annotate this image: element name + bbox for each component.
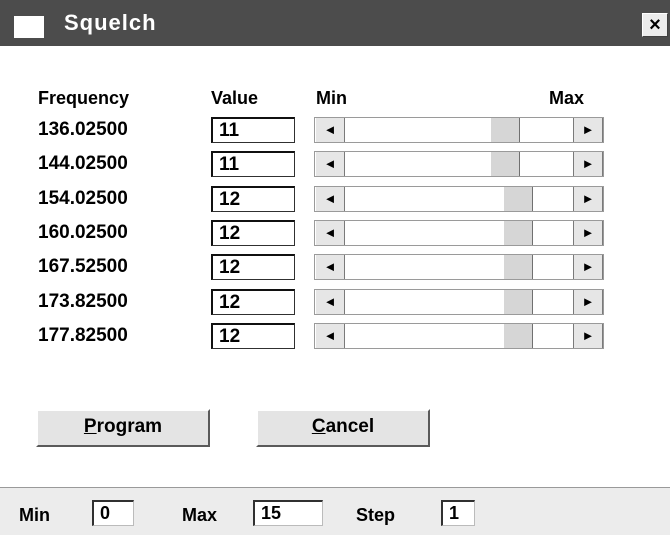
header-frequency: Frequency — [38, 88, 130, 108]
squelch-value-field[interactable]: 12 — [211, 323, 295, 349]
frequency-label: 144.02500 — [38, 153, 128, 174]
frequency-label: 177.82500 — [38, 325, 128, 346]
squelch-slider[interactable]: ◄ ► — [314, 151, 604, 177]
status-min-label: Min — [19, 505, 50, 525]
program-accelerator: P — [83, 416, 97, 437]
right-arrow-icon[interactable]: ► — [573, 255, 603, 279]
status-step-value: 1 — [441, 500, 475, 526]
left-arrow-icon[interactable]: ◄ — [315, 118, 345, 142]
slider-thumb[interactable] — [503, 255, 533, 279]
program-label-rest: rogram — [96, 416, 163, 437]
slider-thumb[interactable] — [503, 221, 533, 245]
cancel-button[interactable]: Cancel — [256, 409, 430, 447]
right-arrow-icon[interactable]: ► — [573, 290, 603, 314]
left-arrow-icon[interactable]: ◄ — [315, 221, 345, 245]
squelch-value-field[interactable]: 12 — [211, 254, 295, 280]
left-arrow-icon[interactable]: ◄ — [315, 187, 345, 211]
status-max-label: Max — [182, 505, 218, 525]
squelch-value-field[interactable]: 11 — [211, 151, 295, 177]
squelch-dialog: Squelch × Frequency Value Min Max 136.02… — [0, 0, 670, 535]
squelch-slider[interactable]: ◄ ► — [314, 289, 604, 315]
squelch-slider[interactable]: ◄ ► — [314, 323, 604, 349]
slider-thumb[interactable] — [503, 324, 533, 348]
right-arrow-icon[interactable]: ► — [573, 187, 603, 211]
frequency-label: 136.02500 — [38, 119, 128, 140]
header-value: Value — [211, 88, 259, 108]
frequency-label: 167.52500 — [38, 256, 128, 277]
right-arrow-icon[interactable]: ► — [573, 324, 603, 348]
frequency-label: 154.02500 — [38, 188, 128, 209]
frequency-label: 173.82500 — [38, 291, 128, 312]
squelch-slider[interactable]: ◄ ► — [314, 186, 604, 212]
squelch-slider[interactable]: ◄ ► — [314, 117, 604, 143]
header-max: Max — [549, 88, 585, 108]
cancel-accelerator: C — [311, 416, 326, 437]
slider-thumb[interactable] — [490, 152, 520, 176]
close-button[interactable]: × — [642, 13, 668, 37]
slider-thumb[interactable] — [503, 187, 533, 211]
left-arrow-icon[interactable]: ◄ — [315, 290, 345, 314]
left-arrow-icon[interactable]: ◄ — [315, 255, 345, 279]
squelch-slider[interactable]: ◄ ► — [314, 254, 604, 280]
status-bar: Min 0 Max 15 Step 1 — [0, 487, 670, 535]
slider-thumb[interactable] — [503, 290, 533, 314]
program-button[interactable]: Program — [36, 409, 210, 447]
right-arrow-icon[interactable]: ► — [573, 118, 603, 142]
header-min: Min — [316, 88, 347, 108]
cancel-label-rest: ancel — [325, 416, 375, 437]
squelch-slider[interactable]: ◄ ► — [314, 220, 604, 246]
window-icon — [14, 16, 44, 38]
squelch-value-field[interactable]: 12 — [211, 186, 295, 212]
status-min-value: 0 — [92, 500, 134, 526]
status-step-label: Step — [356, 505, 396, 525]
window-title: Squelch — [64, 10, 157, 35]
squelch-value-field[interactable]: 11 — [211, 117, 295, 143]
left-arrow-icon[interactable]: ◄ — [315, 324, 345, 348]
right-arrow-icon[interactable]: ► — [573, 221, 603, 245]
frequency-label: 160.02500 — [38, 222, 128, 243]
title-bar: Squelch × — [0, 0, 670, 46]
squelch-value-field[interactable]: 12 — [211, 289, 295, 315]
left-arrow-icon[interactable]: ◄ — [315, 152, 345, 176]
right-arrow-icon[interactable]: ► — [573, 152, 603, 176]
slider-thumb[interactable] — [490, 118, 520, 142]
status-max-value: 15 — [253, 500, 323, 526]
squelch-value-field[interactable]: 12 — [211, 220, 295, 246]
